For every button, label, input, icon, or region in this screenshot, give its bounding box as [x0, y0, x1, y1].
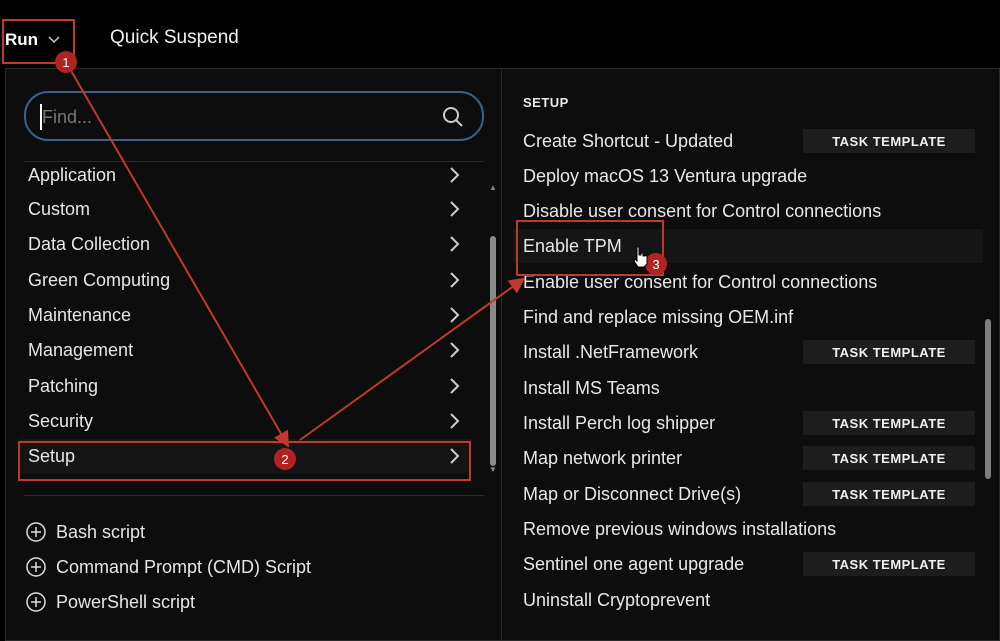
add-action-label: PowerShell script — [56, 591, 196, 612]
quick-suspend-button[interactable]: Quick Suspend — [110, 27, 239, 49]
section-title: SETUP — [523, 95, 569, 110]
category-item-maintenance[interactable]: Maintenance — [20, 298, 472, 332]
script-item-sentinel-upgrade[interactable]: Sentinel one agent upgrade TASK TEMPLATE — [523, 547, 983, 581]
task-template-badge: TASK TEMPLATE — [803, 552, 975, 576]
hand-pointer-icon — [633, 246, 648, 268]
chevron-right-icon — [450, 236, 460, 252]
category-label: Maintenance — [28, 304, 132, 325]
script-item-remove-windows-installations[interactable]: Remove previous windows installations — [523, 512, 983, 546]
top-bar: Run Quick Suspend — [0, 0, 1000, 70]
script-label: Find and replace missing OEM.inf — [523, 306, 794, 327]
category-list: Application Custom Data Collection Green… — [6, 163, 484, 475]
script-item-install-perch[interactable]: Install Perch log shipper TASK TEMPLATE — [523, 406, 983, 440]
add-powershell-script-button[interactable]: PowerShell script — [26, 587, 195, 617]
plus-circle-icon — [26, 522, 46, 542]
script-item-map-disconnect-drive[interactable]: Map or Disconnect Drive(s) TASK TEMPLATE — [523, 477, 983, 511]
chevron-right-icon — [450, 167, 460, 183]
chevron-right-icon — [450, 413, 460, 429]
script-label: Uninstall Cryptoprevent — [523, 589, 711, 610]
category-label: Management — [28, 339, 134, 360]
step-marker-3: 3 — [645, 253, 667, 275]
script-label: Disable user consent for Control connect… — [523, 200, 882, 221]
plus-circle-icon — [26, 592, 46, 612]
category-label: Custom — [28, 198, 91, 219]
search-box[interactable] — [24, 91, 484, 141]
chevron-right-icon — [450, 272, 460, 288]
run-dropdown-panel: Application Custom Data Collection Green… — [5, 68, 1000, 641]
category-label: Security — [28, 410, 94, 431]
task-template-badge: TASK TEMPLATE — [803, 446, 975, 470]
script-item-install-ms-teams[interactable]: Install MS Teams — [523, 371, 983, 405]
step-marker-1: 1 — [55, 51, 77, 73]
script-item-uninstall-cryptoprevent[interactable]: Uninstall Cryptoprevent — [523, 583, 983, 617]
chevron-right-icon — [450, 342, 460, 358]
divider — [24, 495, 484, 496]
script-label: Map or Disconnect Drive(s) — [523, 483, 742, 504]
script-label: Sentinel one agent upgrade — [523, 553, 745, 574]
script-label: Remove previous windows installations — [523, 518, 837, 539]
script-item-map-network-printer[interactable]: Map network printer TASK TEMPLATE — [523, 441, 983, 475]
step-marker-2: 2 — [274, 448, 296, 470]
setup-script-pane: SETUP Create Shortcut - Updated TASK TEM… — [503, 69, 998, 640]
task-template-badge: TASK TEMPLATE — [803, 129, 975, 153]
script-item-create-shortcut[interactable]: Create Shortcut - Updated TASK TEMPLATE — [523, 124, 983, 158]
script-label: Install MS Teams — [523, 377, 660, 398]
script-label: Install .NetFramework — [523, 341, 699, 362]
task-template-badge: TASK TEMPLATE — [803, 482, 975, 506]
category-item-management[interactable]: Management — [20, 333, 472, 367]
script-label: Deploy macOS 13 Ventura upgrade — [523, 165, 808, 186]
scrollbar-thumb[interactable] — [490, 236, 496, 466]
category-item-custom[interactable]: Custom — [20, 192, 472, 226]
script-item-deploy-macos[interactable]: Deploy macOS 13 Ventura upgrade — [523, 159, 983, 193]
chevron-right-icon — [450, 378, 460, 394]
add-action-label: Bash script — [56, 521, 146, 542]
scroll-up-icon[interactable]: ▲ — [489, 184, 497, 192]
chevron-right-icon — [450, 307, 460, 323]
divider — [24, 161, 484, 162]
script-label: Map network printer — [523, 447, 683, 468]
category-item-security[interactable]: Security — [20, 404, 472, 438]
scroll-down-icon[interactable]: ▼ — [489, 466, 497, 474]
plus-circle-icon — [26, 557, 46, 577]
highlight-setup-category — [18, 441, 471, 481]
script-label: Install Perch log shipper — [523, 412, 716, 433]
category-label: Data Collection — [28, 233, 151, 254]
script-scrollbar-thumb[interactable] — [985, 319, 991, 479]
add-cmd-script-button[interactable]: Command Prompt (CMD) Script — [26, 552, 311, 582]
category-pane: Application Custom Data Collection Green… — [6, 69, 502, 640]
script-item-find-replace-oem[interactable]: Find and replace missing OEM.inf — [523, 300, 983, 334]
script-label: Create Shortcut - Updated — [523, 130, 734, 151]
task-template-badge: TASK TEMPLATE — [803, 340, 975, 364]
category-label: Patching — [28, 375, 99, 396]
add-action-label: Command Prompt (CMD) Script — [56, 556, 312, 577]
category-label: Green Computing — [28, 269, 171, 290]
chevron-right-icon — [450, 201, 460, 217]
category-label: Application — [28, 164, 117, 185]
category-item-data-collection[interactable]: Data Collection — [20, 227, 472, 261]
category-item-patching[interactable]: Patching — [20, 369, 472, 403]
add-bash-script-button[interactable]: Bash script — [26, 517, 145, 547]
category-item-green-computing[interactable]: Green Computing — [20, 263, 472, 297]
category-item-application[interactable]: Application — [20, 163, 472, 192]
script-item-install-netframework[interactable]: Install .NetFramework TASK TEMPLATE — [523, 335, 983, 369]
task-template-badge: TASK TEMPLATE — [803, 411, 975, 435]
search-input[interactable] — [40, 105, 424, 129]
category-scrollbar[interactable]: ▲ ▼ — [489, 184, 497, 474]
search-icon[interactable] — [442, 106, 464, 128]
